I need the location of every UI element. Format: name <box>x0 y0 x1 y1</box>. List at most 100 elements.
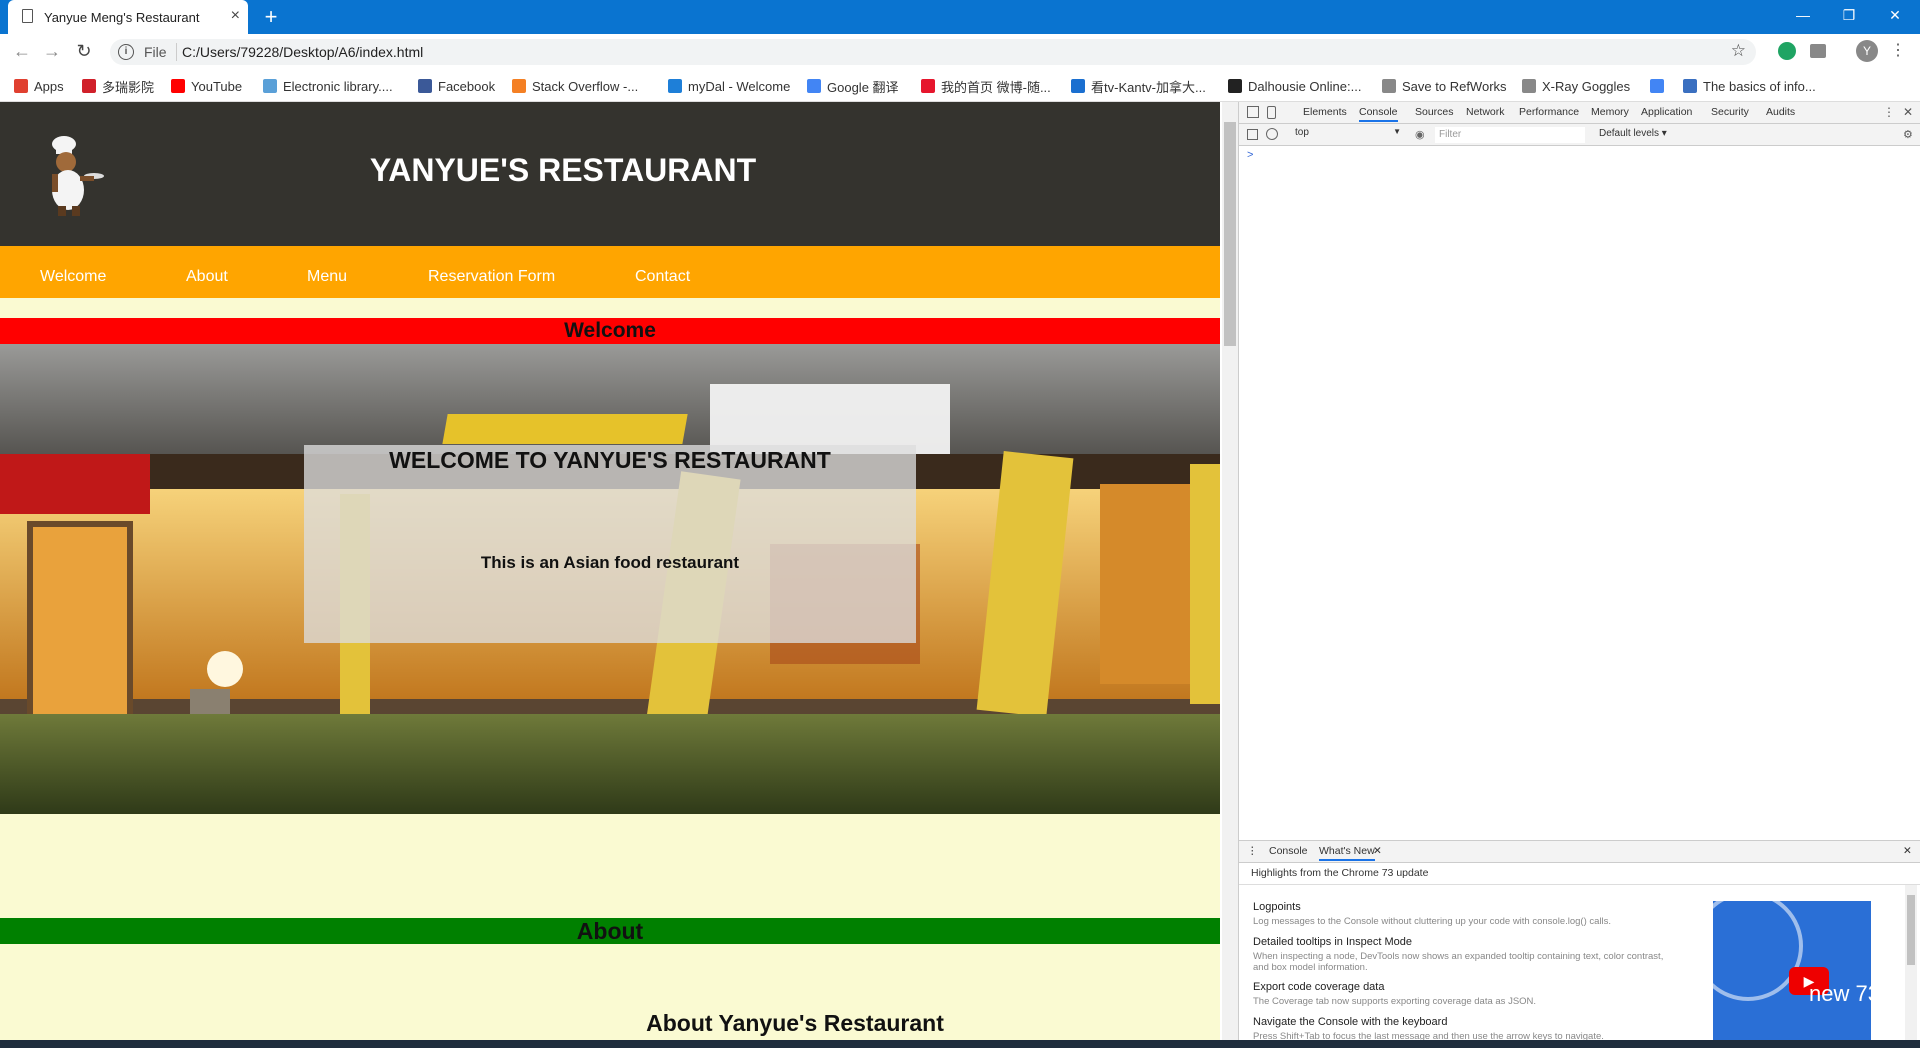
bookmark-label: Facebook <box>438 78 496 94</box>
scrollbar-thumb[interactable] <box>1224 122 1236 346</box>
bookmark-label: 我的首页 微博-随... <box>941 79 1051 95</box>
devtools-tab-performance[interactable]: Performance <box>1519 106 1579 118</box>
nav-link-contact[interactable]: Contact <box>635 268 690 286</box>
bookmark-item[interactable]: X-Ray Goggles <box>1522 76 1630 96</box>
chrome-73-video-thumbnail[interactable]: ▶ new 73 <box>1713 901 1871 1041</box>
devtools-menu-icon[interactable]: ⋮ <box>1883 105 1895 119</box>
welcome-text: This is an Asian food restaurant <box>480 553 740 572</box>
tab-close-icon[interactable]: × <box>231 6 240 26</box>
welcome-overlay-box: WELCOME TO YANYUE'S RESTAURANT This is a… <box>304 445 916 643</box>
google-icon <box>1650 79 1664 93</box>
news-title[interactable]: Logpoints <box>1253 901 1301 913</box>
weibo-icon <box>921 79 935 93</box>
log-levels-dropdown[interactable]: Default levels ▾ <box>1599 128 1667 139</box>
device-toolbar-icon[interactable] <box>1267 106 1276 119</box>
welcome-heading: WELCOME TO YANYUE'S RESTAURANT <box>389 447 831 473</box>
back-arrow-icon[interactable]: ← <box>10 40 34 64</box>
bookmark-item[interactable]: Stack Overflow -... <box>512 76 638 96</box>
devtools-close-icon[interactable]: ✕ <box>1903 105 1913 119</box>
console-filter-input[interactable]: Filter <box>1435 127 1585 143</box>
nav-link-welcome[interactable]: Welcome <box>40 268 106 286</box>
drawer-scrollbar[interactable] <box>1905 885 1917 1041</box>
news-title[interactable]: Detailed tooltips in Inspect Mode <box>1253 936 1412 948</box>
nav-link-about[interactable]: About <box>186 268 228 286</box>
forward-arrow-icon[interactable]: → <box>40 40 64 64</box>
console-prompt[interactable]: > <box>1247 149 1253 161</box>
kantv-icon <box>1071 79 1085 93</box>
bookmark-item[interactable] <box>1650 76 1670 96</box>
log-levels-label: Default levels <box>1599 128 1660 139</box>
drawer-menu-icon[interactable]: ⋮ <box>1247 845 1258 857</box>
google-translate-icon <box>807 79 821 93</box>
browser-tab[interactable]: Yanyue Meng's Restaurant × <box>8 0 248 34</box>
devtools-tab-security[interactable]: Security <box>1711 106 1749 118</box>
devtools-tab-audits[interactable]: Audits <box>1766 106 1795 118</box>
bookmark-item[interactable]: Save to RefWorks <box>1382 76 1507 96</box>
new-tab-button[interactable]: + <box>258 4 284 30</box>
bookmark-item[interactable]: Facebook <box>418 76 495 96</box>
page-viewport: YANYUE'S RESTAURANT Welcome About Menu R… <box>0 102 1220 1040</box>
page-scrollbar[interactable] <box>1222 102 1238 1040</box>
drawer-tab-console[interactable]: Console <box>1269 845 1308 857</box>
bookmark-label: Apps <box>34 78 64 94</box>
stackoverflow-icon <box>512 79 526 93</box>
url-text[interactable]: C:/Users/79228/Desktop/A6/index.html <box>182 44 423 60</box>
inspect-element-icon[interactable] <box>1247 106 1259 118</box>
close-window-button[interactable]: ✕ <box>1872 0 1918 34</box>
news-desc: Log messages to the Console without clut… <box>1253 916 1612 927</box>
devtools-tab-elements[interactable]: Elements <box>1303 106 1347 118</box>
profile-avatar[interactable]: Y <box>1856 40 1878 62</box>
bookmark-item[interactable]: Google 翻译 <box>807 76 899 96</box>
window-titlebar <box>0 0 1920 34</box>
divider <box>176 43 177 61</box>
bookmark-label: YouTube <box>191 78 243 94</box>
youtube-icon <box>171 79 185 93</box>
scrollbar-thumb[interactable] <box>1907 895 1915 965</box>
address-bar[interactable]: i File C:/Users/79228/Desktop/A6/index.h… <box>110 39 1756 65</box>
bookmark-star-icon[interactable]: ☆ <box>1731 41 1746 61</box>
bookmark-site-icon <box>82 79 96 93</box>
windows-taskbar <box>0 1040 1920 1048</box>
bookmark-label: X-Ray Goggles <box>1542 78 1631 94</box>
nav-link-reservation[interactable]: Reservation Form <box>428 268 555 286</box>
extension-icon[interactable] <box>1810 44 1826 58</box>
devtools-tab-application[interactable]: Application <box>1641 106 1692 118</box>
bookmark-item[interactable]: The basics of info... <box>1683 76 1816 96</box>
minimize-button[interactable]: — <box>1780 0 1826 34</box>
devtools-tab-sources[interactable]: Sources <box>1415 106 1454 118</box>
browser-menu-icon[interactable]: ⋮ <box>1890 40 1906 60</box>
bookmark-item[interactable]: 多瑞影院 <box>82 76 154 96</box>
site-nav <box>0 246 1220 298</box>
reload-icon[interactable]: ↻ <box>72 40 96 64</box>
drawer-tab-whats-new[interactable]: What's New <box>1319 845 1375 861</box>
sidebar-toggle-icon[interactable] <box>1247 129 1258 140</box>
devtools-tab-console[interactable]: Console <box>1359 106 1398 122</box>
grammarly-icon[interactable] <box>1778 42 1796 60</box>
eye-icon[interactable]: ◉ <box>1415 128 1425 141</box>
console-settings-icon[interactable]: ⚙ <box>1903 128 1913 141</box>
bookmark-site-icon <box>1683 79 1697 93</box>
clear-console-icon[interactable] <box>1266 128 1278 140</box>
bookmark-item[interactable]: Electronic library.... <box>263 76 393 96</box>
bookmark-item[interactable]: 看tv-Kantv-加拿大... <box>1071 76 1206 96</box>
bookmark-item[interactable]: myDal - Welcome <box>668 76 790 96</box>
drawer-tab-bar: ⋮ Console What's New ✕ ✕ <box>1239 841 1920 863</box>
news-title[interactable]: Export code coverage data <box>1253 981 1384 993</box>
bookmark-item[interactable]: YouTube <box>171 76 242 96</box>
bookmark-label: The basics of info... <box>1703 78 1816 94</box>
devtools-tab-memory[interactable]: Memory <box>1591 106 1629 118</box>
drawer-close-icon[interactable]: ✕ <box>1903 845 1912 857</box>
restore-button[interactable]: ❐ <box>1826 0 1872 34</box>
bookmark-label: 多瑞影院 <box>102 79 155 95</box>
welcome-section-header: Welcome <box>0 318 1220 344</box>
news-title[interactable]: Navigate the Console with the keyboard <box>1253 1016 1447 1028</box>
bookmark-label: Save to RefWorks <box>1402 78 1507 94</box>
drawer-tab-close-icon[interactable]: ✕ <box>1373 845 1382 857</box>
bookmark-item[interactable]: 我的首页 微博-随... <box>921 76 1051 96</box>
bookmark-item[interactable]: Dalhousie Online:... <box>1228 76 1361 96</box>
bookmark-item[interactable]: Apps <box>14 76 64 96</box>
info-icon[interactable]: i <box>118 44 134 60</box>
devtools-tab-network[interactable]: Network <box>1466 106 1505 118</box>
nav-link-menu[interactable]: Menu <box>307 268 347 286</box>
context-selector[interactable]: top ▼ <box>1295 127 1415 138</box>
